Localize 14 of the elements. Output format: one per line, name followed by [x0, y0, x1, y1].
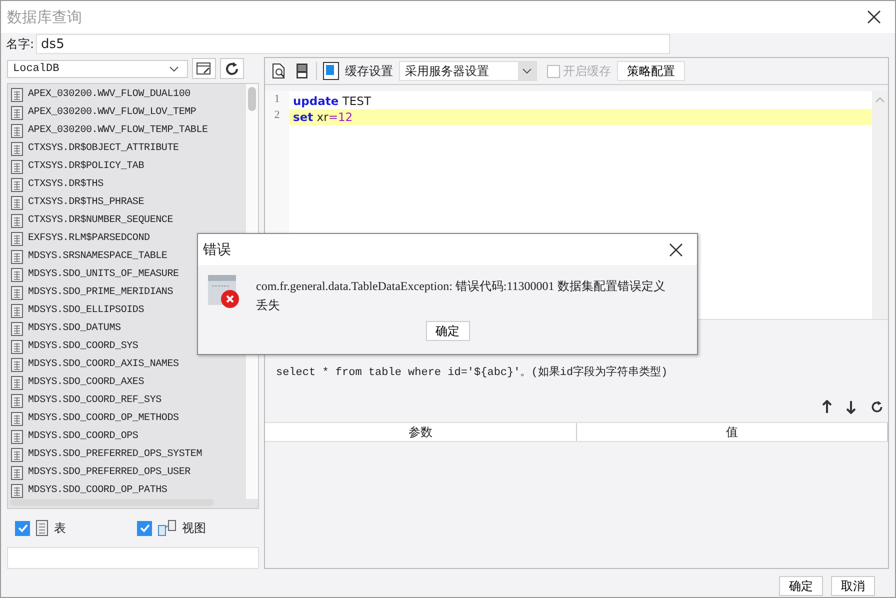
name-label: 名字:	[6, 36, 34, 52]
hint-text: select * from table where id='${abc}'。(如果id字段为字符串类型)	[276, 364, 669, 380]
code-line: update TEST	[293, 94, 371, 108]
dialog-title: 错误	[203, 240, 231, 258]
column-header: 值	[576, 423, 888, 441]
column-header: 参数	[265, 423, 576, 441]
line-number: 2	[273, 109, 281, 123]
window-title: 数据库查询	[7, 8, 82, 26]
code-line: set xr=12	[293, 110, 353, 124]
filter-label: 视图	[182, 520, 206, 537]
enable-cache-label: 开启缓存	[563, 62, 611, 80]
cache-label: 缓存设置	[345, 62, 393, 80]
line-number: 1	[273, 93, 281, 107]
filter-label: 表	[54, 520, 66, 537]
